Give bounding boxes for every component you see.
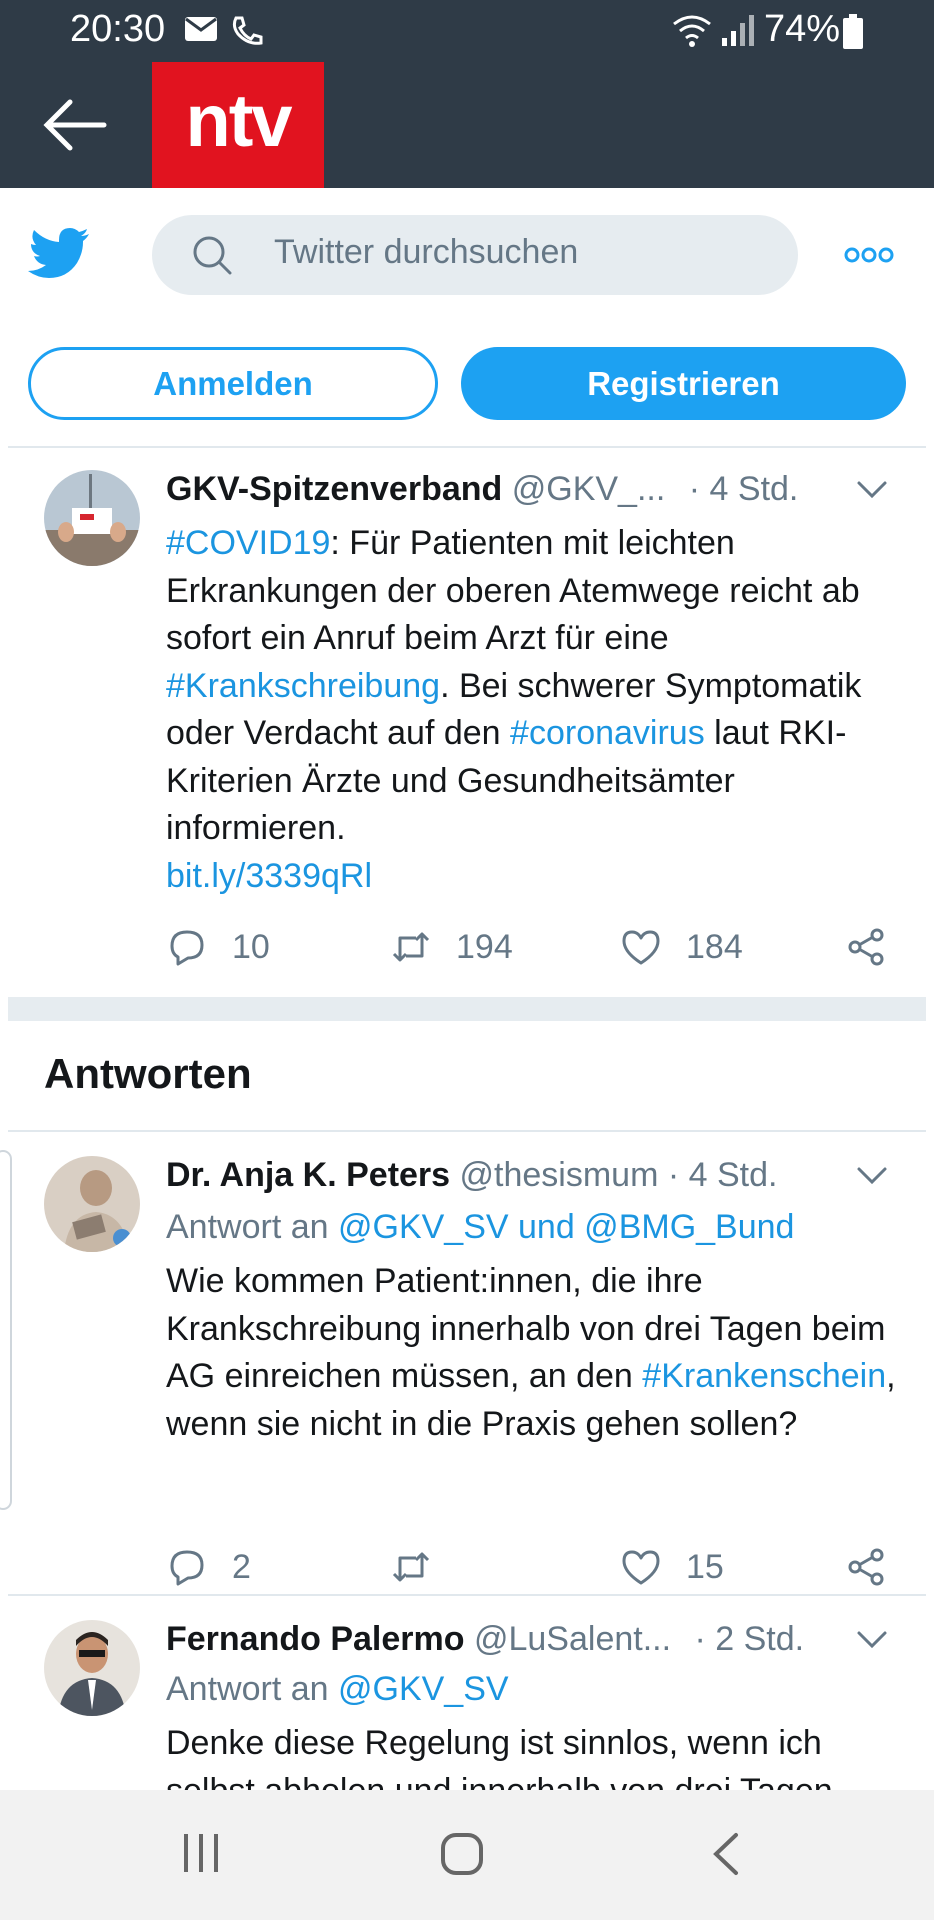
- tweet-text: #COVID19: Für Patienten mit leichten Erk…: [166, 520, 896, 900]
- reply-to-line: Antwort an @GKV_SV und @BMG_Bund: [166, 1208, 794, 1247]
- replies-heading: Antworten: [44, 1050, 252, 1097]
- search-icon: [193, 236, 232, 275]
- signal-icon: [722, 15, 754, 46]
- status-time: 20:30: [70, 8, 166, 50]
- heart-icon: [622, 1550, 660, 1585]
- author-name[interactable]: GKV-Spitzenverband: [166, 470, 502, 508]
- tweet-actions: 10 194 184: [166, 926, 896, 974]
- tweet-time[interactable]: · 4 Std.: [689, 470, 799, 508]
- battery-icon: [843, 14, 863, 49]
- tweet-header: Fernando Palermo @LuSalent... · 2 Std.: [166, 1620, 804, 1659]
- reply-icon: [170, 1550, 204, 1586]
- hashtag-link[interactable]: #Krankenschein: [642, 1357, 886, 1395]
- divider: [8, 1130, 926, 1132]
- reply-button[interactable]: 10: [166, 926, 270, 968]
- like-button[interactable]: 184: [620, 926, 743, 968]
- heart-icon: [622, 930, 660, 965]
- reply-icon: [170, 930, 204, 966]
- reply-targets[interactable]: @GKV_SV und @BMG_Bund: [338, 1208, 794, 1246]
- more-options-icon[interactable]: [844, 246, 894, 264]
- like-count: 184: [686, 927, 743, 966]
- retweet-icon: [392, 1552, 430, 1582]
- reply-to-line: Antwort an @GKV_SV: [166, 1670, 509, 1709]
- app-bar: ntv: [0, 62, 934, 188]
- reply-prefix: Antwort an: [166, 1208, 338, 1246]
- reply-count: 10: [232, 927, 270, 966]
- reply-count: 2: [232, 1547, 251, 1586]
- retweet-count: 194: [456, 927, 513, 966]
- chevron-down-icon[interactable]: [856, 480, 888, 500]
- author-handle[interactable]: @LuSalent...: [474, 1620, 671, 1658]
- search-input[interactable]: Twitter durchsuchen: [152, 215, 798, 295]
- retweet-button[interactable]: [390, 1546, 456, 1588]
- recent-apps-icon[interactable]: [180, 1832, 222, 1874]
- retweet-button[interactable]: 194: [390, 926, 513, 968]
- home-icon[interactable]: [440, 1832, 484, 1876]
- hashtag-link[interactable]: #coronavirus: [510, 714, 705, 752]
- search-placeholder: Twitter durchsuchen: [274, 233, 579, 271]
- back-arrow-icon[interactable]: [40, 92, 110, 158]
- system-navigation-bar: [0, 1790, 934, 1920]
- reply-tweet[interactable]: Fernando Palermo @LuSalent... · 2 Std. A…: [0, 1596, 934, 1790]
- hashtag-link[interactable]: #COVID19: [166, 524, 330, 562]
- ntv-logo[interactable]: ntv: [152, 62, 324, 188]
- avatar-image: [44, 1620, 140, 1716]
- call-icon: [232, 16, 263, 45]
- tweet-header: Dr. Anja K. Peters @thesismum · 4 Std.: [166, 1156, 777, 1195]
- avatar[interactable]: [44, 470, 140, 566]
- share-button[interactable]: [846, 926, 912, 968]
- hashtag-link[interactable]: #Krankschreibung: [166, 667, 440, 705]
- avatar[interactable]: [44, 1620, 140, 1716]
- tweet-time[interactable]: · 4 Std.: [668, 1156, 778, 1194]
- tweet-text: Denke diese Regelung ist sinnlos, wenn i…: [166, 1724, 833, 1790]
- author-name[interactable]: Dr. Anja K. Peters: [166, 1156, 450, 1194]
- divider: [8, 446, 926, 448]
- like-button[interactable]: 15: [620, 1546, 724, 1588]
- tweet-text: Wie kommen Patient:innen, die ihre Krank…: [166, 1258, 896, 1448]
- share-icon: [848, 928, 884, 966]
- avatar[interactable]: [44, 1156, 140, 1252]
- wifi-icon: [673, 15, 711, 47]
- chevron-down-icon[interactable]: [856, 1630, 888, 1650]
- section-separator: [8, 997, 926, 1021]
- author-handle[interactable]: @GKV_...: [512, 470, 666, 508]
- share-icon: [848, 1548, 884, 1586]
- reply-button[interactable]: 2: [166, 1546, 251, 1588]
- author-name[interactable]: Fernando Palermo: [166, 1620, 465, 1658]
- mail-icon: [185, 17, 217, 41]
- back-icon[interactable]: [710, 1832, 742, 1876]
- chevron-down-icon[interactable]: [856, 1166, 888, 1186]
- battery-percent: 74%: [764, 8, 841, 50]
- tweet-actions: 2 15: [166, 1546, 896, 1594]
- tweet-time[interactable]: · 2 Std.: [695, 1620, 805, 1658]
- like-count: 15: [686, 1547, 724, 1586]
- twitter-bird-icon[interactable]: [28, 228, 90, 282]
- edge-panel-handle[interactable]: [0, 1150, 12, 1510]
- status-bar: 20:30 74%: [0, 0, 934, 62]
- author-handle[interactable]: @thesismum: [460, 1156, 659, 1194]
- tweet-header: GKV-Spitzenverband @GKV_... · 4 Std.: [166, 470, 798, 509]
- avatar-image: [44, 470, 140, 566]
- share-button[interactable]: [846, 1546, 912, 1588]
- retweet-icon: [392, 932, 430, 962]
- login-button[interactable]: Anmelden: [28, 347, 438, 420]
- reply-prefix: Antwort an: [166, 1670, 338, 1708]
- register-button[interactable]: Registrieren: [461, 347, 906, 420]
- avatar-image: [44, 1156, 140, 1252]
- reply-targets[interactable]: @GKV_SV: [338, 1670, 509, 1708]
- url-link[interactable]: bit.ly/3339qRl: [166, 857, 372, 895]
